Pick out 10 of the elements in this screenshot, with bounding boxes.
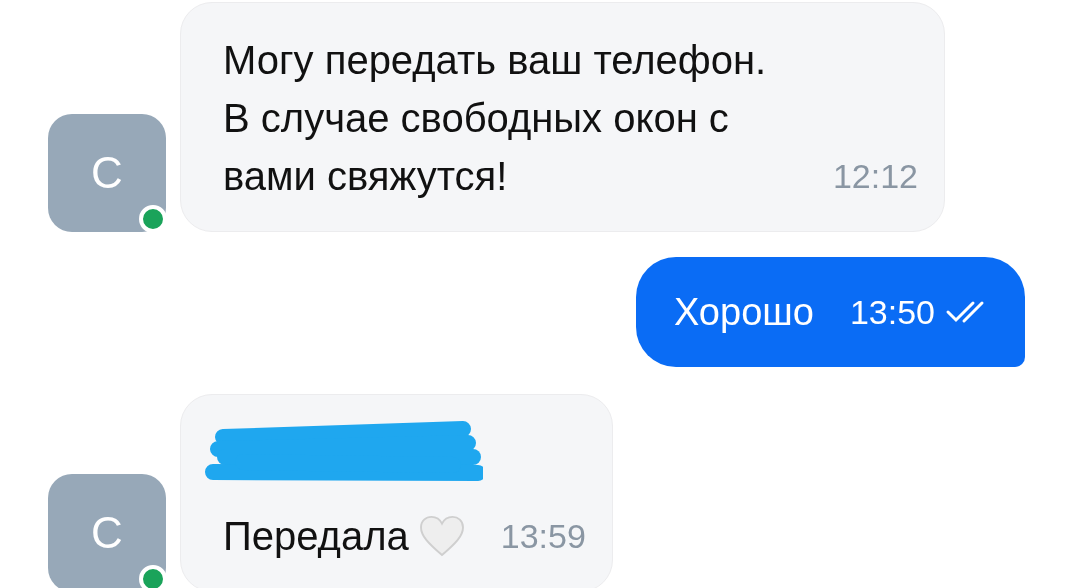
avatar-letter: С [91, 508, 123, 558]
message-time: 13:59 [500, 516, 586, 557]
message-text: Передала [223, 513, 409, 560]
avatar-letter: С [91, 148, 123, 198]
avatar[interactable]: С [48, 114, 166, 232]
avatar[interactable]: С [48, 474, 166, 588]
message-time: 13:50 [849, 292, 935, 333]
message-text: Хорошо [673, 290, 814, 335]
message-time: 12:12 [832, 156, 918, 197]
message-text: Могу передать ваш телефон. В случае свободных окон с вами свяжутся! [223, 37, 768, 200]
